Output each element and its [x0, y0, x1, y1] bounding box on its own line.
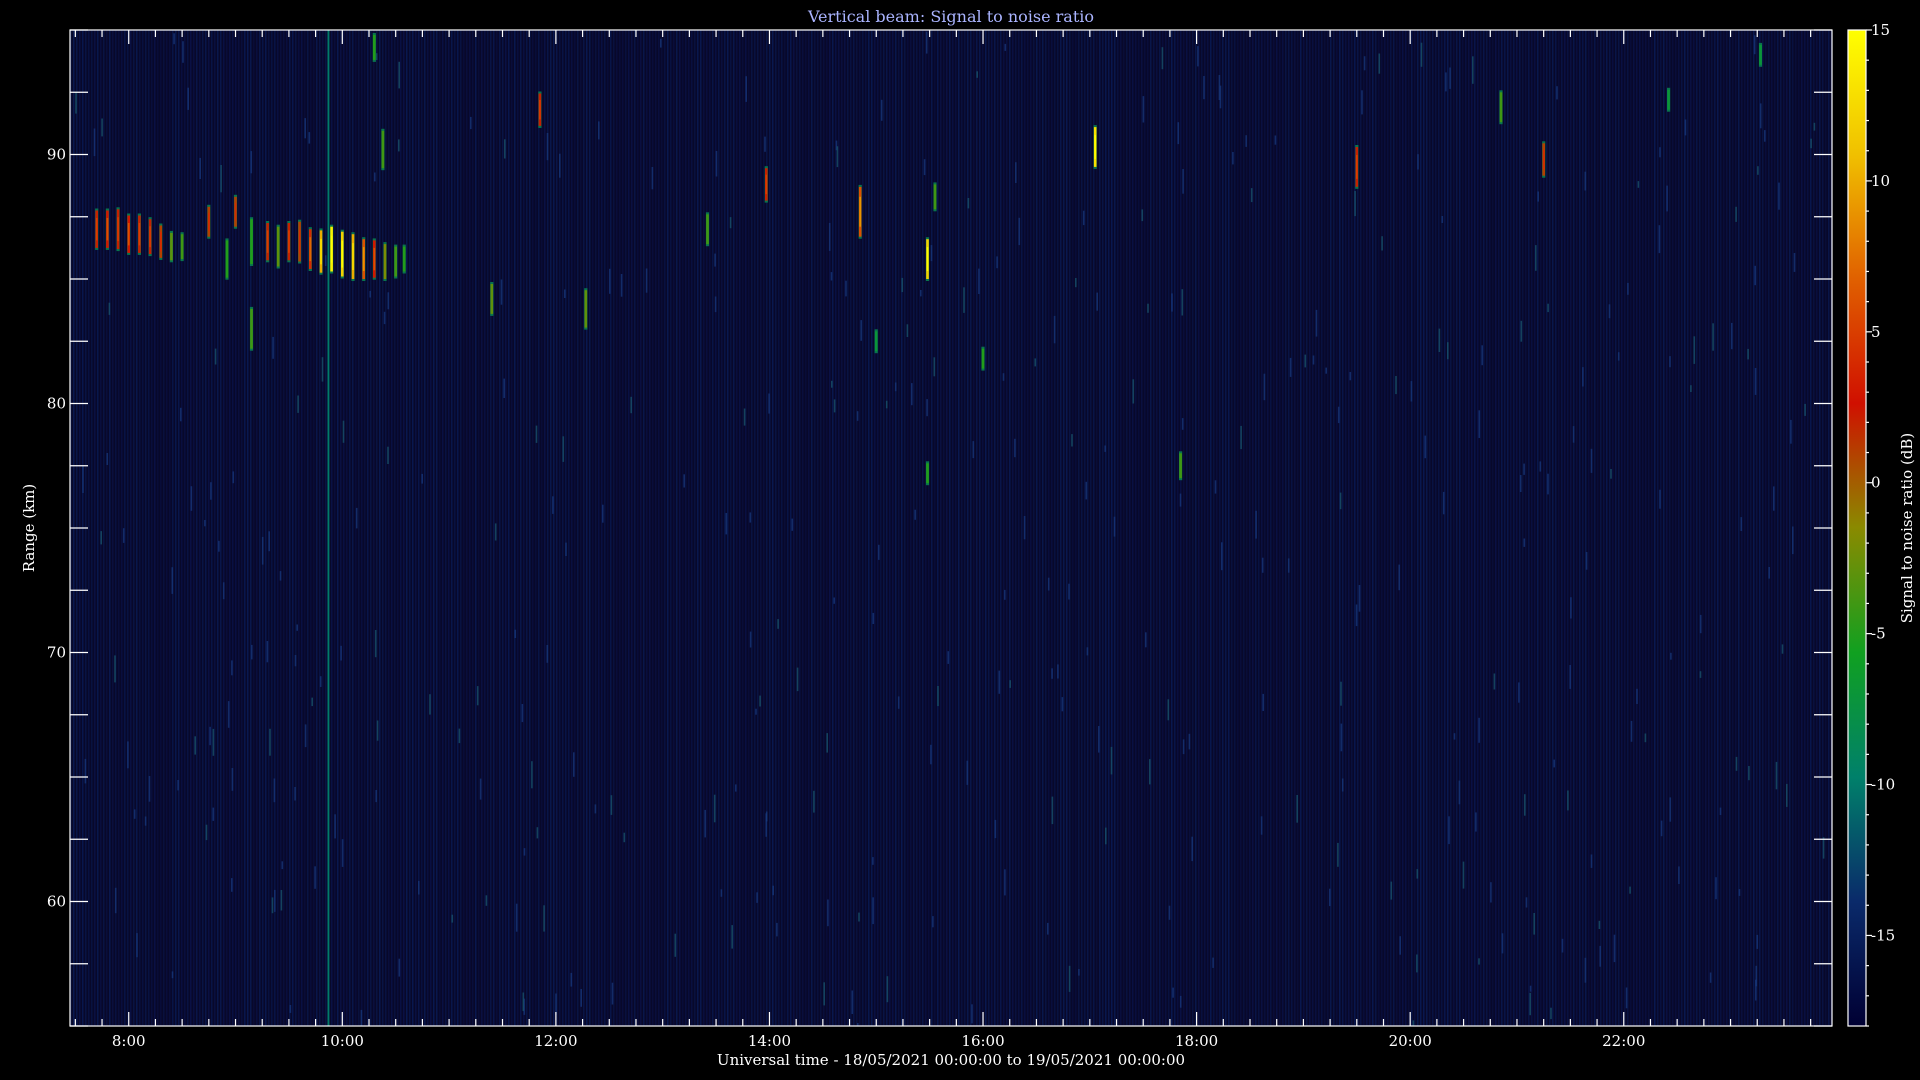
x-tick-label: 12:00 — [534, 1032, 577, 1050]
echo-mark — [276, 226, 280, 267]
echo-core — [208, 212, 210, 231]
echo-core — [1094, 135, 1096, 159]
echo-core — [95, 218, 98, 241]
echo-mark — [250, 219, 253, 264]
echo-core — [309, 237, 312, 262]
echo-mark — [170, 232, 173, 261]
echo-mark — [250, 308, 253, 349]
y-tick-label: 60 — [47, 893, 66, 911]
x-tick-label: 22:00 — [1602, 1032, 1645, 1050]
echo-mark — [706, 214, 709, 245]
echo-core — [859, 196, 861, 227]
echo-mark — [327, 30, 330, 1026]
x-tick-label: 14:00 — [748, 1032, 791, 1050]
echo-mark — [1667, 89, 1670, 110]
echo-mark — [981, 348, 985, 369]
echo-mark — [180, 234, 184, 260]
colorbar: -15 -10 -5 0 5 10 15 — [1847, 21, 1895, 1027]
colorbar-tick-label: -10 — [1871, 776, 1895, 794]
echo-core — [926, 247, 929, 271]
colorbar-label: Signal to noise ratio (dB) — [1898, 433, 1916, 624]
y-tick-label: 90 — [47, 146, 66, 164]
echo-core — [127, 223, 130, 246]
echo-core — [298, 229, 301, 254]
colorbar-tick-label: 10 — [1871, 172, 1890, 190]
echo-mark — [926, 463, 929, 484]
echo-mark — [225, 240, 229, 278]
x-tick-label: 8:00 — [112, 1032, 146, 1050]
echo-core — [234, 202, 237, 221]
echo-core — [138, 223, 141, 246]
echo-core — [320, 238, 322, 265]
echo-mark — [373, 35, 376, 60]
echo-mark — [490, 284, 494, 314]
echo-mark — [584, 290, 588, 328]
x-tick-label: 16:00 — [961, 1032, 1004, 1050]
echo-mark — [1499, 92, 1503, 123]
snr-chart: 8:00 10:00 12:00 14:00 16:00 18:00 20:00 22:00 … — [20, 7, 1916, 1069]
colorbar-tick-label: 0 — [1871, 474, 1881, 492]
echo-core — [266, 230, 269, 253]
echo-core — [149, 226, 151, 248]
echo-mark — [383, 244, 387, 279]
echo-core — [117, 217, 119, 242]
echo-core — [362, 247, 365, 271]
colorbar-gradient — [1848, 30, 1866, 1026]
echo-mark — [402, 246, 406, 272]
echo-core — [1542, 149, 1545, 170]
y-tick-label: 80 — [47, 395, 66, 413]
x-axis-label: Universal time - 18/05/2021 00:00:00 to … — [717, 1051, 1185, 1069]
x-tick-label: 18:00 — [1175, 1032, 1218, 1050]
echo-mark — [1179, 453, 1182, 479]
x-tick-label: 20:00 — [1389, 1032, 1432, 1050]
echo-core — [160, 231, 162, 252]
echo-core — [352, 243, 354, 270]
echo-mark — [874, 331, 878, 352]
colorbar-tick-label: 5 — [1871, 323, 1881, 341]
colorbar-tick-label: 15 — [1871, 21, 1890, 39]
echo-mark — [381, 130, 385, 169]
echo-core — [539, 100, 541, 120]
echo-core — [106, 218, 109, 241]
y-axis-label: Range (km) — [20, 484, 38, 573]
echo-core — [341, 240, 344, 268]
echo-mark — [1759, 44, 1762, 65]
echo-mark — [394, 246, 397, 277]
colorbar-tick-label: -5 — [1871, 625, 1886, 643]
y-tick-label: 70 — [47, 644, 66, 662]
colorbar-tick-label: -15 — [1871, 926, 1895, 944]
x-tick-label: 10:00 — [321, 1032, 364, 1050]
echo-core — [1356, 155, 1358, 179]
echo-core — [373, 247, 376, 271]
echo-core — [330, 235, 333, 263]
colorbar-ticks: -15 -10 -5 0 5 10 15 — [1866, 21, 1895, 1027]
echo-core — [288, 230, 290, 253]
echo-core — [765, 174, 768, 195]
echo-mark — [933, 184, 937, 210]
chart-title: Vertical beam: Signal to noise ratio — [807, 7, 1094, 26]
